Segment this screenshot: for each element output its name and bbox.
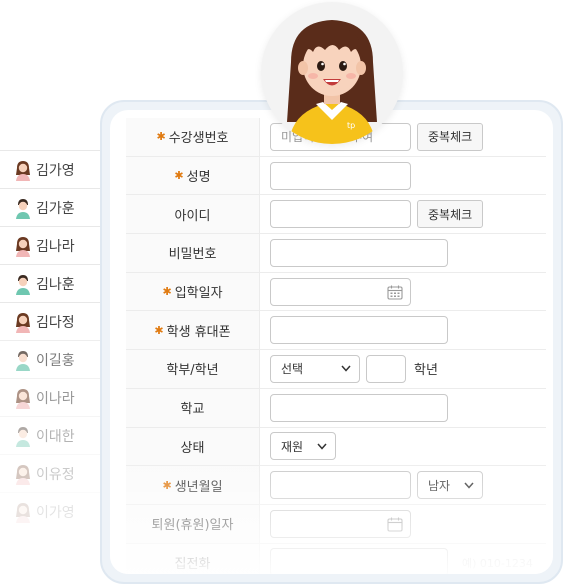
student-name: 김나라 bbox=[36, 238, 75, 255]
row-enroll-date: ✱ 입학일자 bbox=[126, 272, 546, 312]
girl-avatar-icon bbox=[16, 388, 30, 409]
student-name: 김가훈 bbox=[36, 200, 75, 217]
enroll-date-input[interactable] bbox=[270, 277, 411, 306]
id-input[interactable] bbox=[270, 200, 411, 229]
chevron-down-icon bbox=[317, 443, 327, 450]
leave-date-input[interactable] bbox=[270, 509, 411, 538]
student-list-item[interactable]: 이나라 bbox=[0, 378, 100, 416]
status-select[interactable]: 재원 bbox=[270, 432, 336, 461]
boy-avatar-icon bbox=[16, 350, 30, 371]
boy-avatar-icon bbox=[16, 426, 30, 447]
student-name: 이대한 bbox=[36, 428, 75, 445]
student-name: 이가영 bbox=[36, 504, 75, 521]
student-list-item[interactable]: 김다정 bbox=[0, 302, 100, 340]
form-panel: ✱수강생번호 미입력시 자동부여 중복체크 ✱성명 아이디 중복체크 bbox=[110, 110, 553, 574]
calendar-icon[interactable] bbox=[387, 517, 403, 532]
school-label: 학교 bbox=[126, 388, 260, 427]
row-birth: ✱ 생년월일 남자 bbox=[126, 466, 546, 505]
gender-select[interactable]: 남자 bbox=[417, 471, 483, 500]
row-leave-date: 퇴원(휴원)일자 bbox=[126, 504, 546, 544]
chevron-down-icon bbox=[341, 365, 351, 373]
girl-avatar-icon: tp bbox=[287, 20, 377, 144]
student-list-item[interactable]: 이대한 bbox=[0, 416, 100, 454]
phone-label: ✱ 학생 휴대폰 bbox=[126, 311, 260, 350]
leave-date-label: 퇴원(휴원)일자 bbox=[126, 504, 260, 543]
password-input[interactable] bbox=[270, 238, 448, 267]
school-input[interactable] bbox=[270, 393, 448, 422]
calendar-icon[interactable] bbox=[387, 285, 403, 300]
grade-suffix: 학년 bbox=[414, 363, 438, 379]
row-password: 비밀번호 bbox=[126, 234, 546, 273]
student-list-item[interactable]: 김나라 bbox=[0, 226, 100, 264]
girl-avatar-icon bbox=[16, 464, 30, 485]
boy-avatar-icon bbox=[16, 274, 30, 295]
password-label: 비밀번호 bbox=[126, 234, 260, 272]
student-form-card: ✱수강생번호 미입력시 자동부여 중복체크 ✱성명 아이디 중복체크 bbox=[100, 100, 563, 584]
svg-text:tp: tp bbox=[347, 121, 355, 130]
girl-avatar-icon bbox=[16, 312, 30, 333]
avatar: tp bbox=[261, 2, 403, 144]
status-label: 상태 bbox=[126, 427, 260, 466]
student-name: 김나훈 bbox=[36, 276, 75, 293]
row-grade: 학부/학년 선택 학년 bbox=[126, 350, 546, 389]
student-no-dup-check-button[interactable]: 중복체크 bbox=[417, 122, 484, 151]
row-school: 학교 bbox=[126, 388, 546, 428]
student-list-item[interactable]: 김가영 bbox=[0, 150, 100, 188]
student-list-item[interactable]: 이가영 bbox=[0, 492, 100, 530]
enroll-date-label: ✱ 입학일자 bbox=[126, 272, 260, 311]
row-name: ✱ 성명 bbox=[126, 156, 546, 196]
row-id: 아이디 중복체크 bbox=[126, 195, 546, 235]
home-phone-input[interactable] bbox=[270, 548, 448, 574]
home-phone-hint: 예) 010-1234 bbox=[462, 557, 533, 570]
girl-avatar-icon bbox=[16, 502, 30, 523]
student-list-item[interactable]: 이길홍 bbox=[0, 340, 100, 378]
student-name: 김가영 bbox=[36, 162, 75, 179]
student-name: 김다정 bbox=[36, 314, 75, 331]
id-label: 아이디 bbox=[126, 195, 260, 234]
birth-input[interactable] bbox=[270, 471, 411, 500]
boy-avatar-icon bbox=[16, 198, 30, 219]
grade-number-input[interactable] bbox=[366, 354, 406, 383]
student-no-label: ✱ 수강생번호 bbox=[126, 118, 260, 156]
student-name: 이나라 bbox=[36, 390, 75, 407]
grade-label: 학부/학년 bbox=[126, 350, 260, 388]
student-name: 이길홍 bbox=[36, 352, 75, 369]
student-list-item[interactable]: 이유정 bbox=[0, 454, 100, 492]
name-label: ✱ 성명 bbox=[126, 156, 260, 195]
student-list-item[interactable]: 김나훈 bbox=[0, 264, 100, 302]
student-form: ✱수강생번호 미입력시 자동부여 중복체크 ✱성명 아이디 중복체크 bbox=[126, 118, 546, 574]
chevron-down-icon bbox=[464, 482, 474, 489]
girl-avatar-icon bbox=[16, 236, 30, 257]
phone-input[interactable] bbox=[270, 316, 448, 345]
row-phone: ✱ 학생 휴대폰 bbox=[126, 311, 546, 351]
grade-select[interactable]: 선택 bbox=[270, 354, 360, 383]
home-phone-label: 집전화 bbox=[126, 543, 260, 574]
row-status: 상태 재원 bbox=[126, 427, 546, 467]
girl-avatar-icon bbox=[16, 160, 30, 181]
student-list-item[interactable]: 김가훈 bbox=[0, 188, 100, 226]
id-dup-check-button[interactable]: 중복체크 bbox=[417, 200, 484, 229]
name-input[interactable] bbox=[270, 161, 411, 190]
student-name: 이유정 bbox=[36, 466, 75, 483]
birth-label: ✱ 생년월일 bbox=[126, 466, 260, 504]
student-list: 김가영김가훈김나라김나훈김다정이길홍이나라이대한이유정이가영 bbox=[0, 150, 100, 530]
